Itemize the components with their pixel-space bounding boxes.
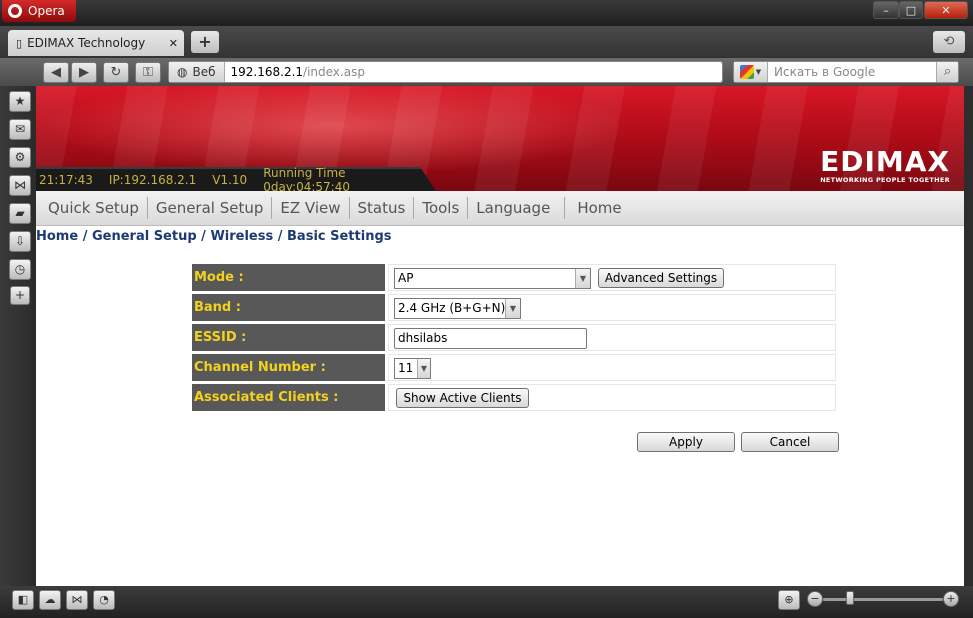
bookmarks-icon[interactable]: ★	[9, 91, 31, 112]
site-info-badge[interactable]: ◍ Веб	[169, 62, 225, 82]
forward-icon[interactable]: ▶	[71, 62, 97, 83]
chevron-down-icon: ▼	[575, 269, 590, 288]
mail-icon[interactable]: ✉	[9, 119, 31, 140]
clients-label: Associated Clients :	[192, 384, 385, 411]
band-select-value: 2.4 GHz (B+G+N)	[398, 301, 506, 315]
channel-cell: 11 ▼	[388, 354, 836, 381]
menu-language[interactable]: Language	[468, 199, 564, 217]
channel-select[interactable]: 11 ▼	[394, 358, 431, 379]
channel-label: Channel Number :	[192, 354, 385, 381]
mode-select[interactable]: AP ▼	[394, 268, 591, 289]
logo-wordmark: EDIMAX	[820, 145, 950, 178]
clients-cell: Show Active Clients	[388, 384, 836, 411]
notes-icon[interactable]: ▰	[9, 203, 31, 224]
essid-label: ESSID :	[192, 324, 385, 351]
form-row-clients: Associated Clients : Show Active Clients	[192, 384, 836, 411]
cancel-button[interactable]: Cancel	[741, 432, 839, 452]
mode-cell: AP ▼ Advanced Settings	[388, 264, 836, 291]
unite-status-icon[interactable]: ⋈	[66, 590, 88, 610]
opera-menu-button[interactable]: Opera	[2, 0, 76, 22]
tab-title: EDIMAX Technology	[27, 36, 146, 50]
closed-tabs-icon[interactable]: ⟲	[933, 31, 965, 53]
close-window-button[interactable]: ✕	[924, 1, 968, 19]
search-placeholder: Искать в Google	[774, 65, 876, 79]
history-icon[interactable]: ◷	[9, 259, 31, 280]
url-path: /index.asp	[303, 65, 365, 79]
edimax-logo: EDIMAX NETWORKING PEOPLE TOGETHER	[820, 145, 950, 185]
reload-icon[interactable]: ↻	[103, 62, 129, 83]
speed-dial-icon[interactable]: ◔	[93, 590, 115, 610]
form-row-band: Band : 2.4 GHz (B+G+N) ▼	[192, 294, 836, 321]
settings-icon[interactable]: ⚙	[9, 147, 31, 168]
menu-tools[interactable]: Tools	[414, 199, 467, 217]
logo-tagline: NETWORKING PEOPLE TOGETHER	[820, 176, 950, 184]
search-field[interactable]: ▼ Искать в Google ⌕	[733, 61, 959, 83]
chevron-down-icon: ▼	[417, 359, 430, 378]
minimize-button[interactable]: –	[873, 1, 899, 19]
zoom-slider-handle[interactable]	[846, 591, 854, 605]
router-main-menu: Quick Setup General Setup EZ View Status…	[36, 191, 964, 226]
address-field[interactable]: ◍ Веб 192.168.2.1/index.asp	[168, 61, 723, 83]
search-engine-selector[interactable]: ▼	[734, 62, 768, 82]
status-running-time: Running Time 0day:04:57:40	[263, 166, 350, 194]
zoom-out-icon[interactable]: −	[807, 591, 823, 607]
add-panel-icon[interactable]: +	[10, 286, 30, 305]
router-banner: 21:17:43 IP:192.168.2.1 V1.10 Running Ti…	[36, 86, 964, 191]
essid-input[interactable]: dhsilabs	[394, 328, 587, 349]
window-right-frame	[964, 86, 973, 586]
form-row-mode: Mode : AP ▼ Advanced Settings	[192, 264, 836, 291]
tab-edimax[interactable]: ▯ EDIMAX Technology ✕	[8, 30, 184, 56]
url-host: 192.168.2.1	[230, 65, 304, 79]
zoom-in-icon[interactable]: +	[943, 591, 959, 607]
page-icon: ▯	[16, 36, 23, 50]
essid-cell: dhsilabs	[388, 324, 836, 351]
status-bar: ◧ ☁ ⋈ ◔ ⊕ − +	[0, 586, 973, 618]
menu-general-setup[interactable]: General Setup	[148, 199, 272, 217]
band-select[interactable]: 2.4 GHz (B+G+N) ▼	[394, 298, 521, 319]
status-version: V1.10	[212, 173, 248, 187]
menu-quick-setup[interactable]: Quick Setup	[40, 199, 147, 217]
opera-logo-icon	[8, 4, 22, 18]
breadcrumb: Home / General Setup / Wireless / Basic …	[36, 229, 392, 244]
form-row-essid: ESSID : dhsilabs	[192, 324, 836, 351]
panel-sidebar: ★ ✉ ⚙ ⋈ ▰ ⇩ ◷ +	[0, 86, 36, 586]
panel-toggle-icon[interactable]: ◧	[12, 590, 34, 610]
search-icon[interactable]: ⌕	[936, 62, 958, 82]
new-tab-button[interactable]: +	[191, 31, 219, 53]
address-toolbar: ◀ ▶ ↻ ⚿ ◍ Веб 192.168.2.1/index.asp ▼ Ис…	[0, 58, 973, 86]
apply-button[interactable]: Apply	[637, 432, 735, 452]
form-row-channel: Channel Number : 11 ▼	[192, 354, 836, 381]
google-icon	[739, 65, 754, 79]
chevron-down-icon: ▼	[505, 299, 520, 318]
tab-close-icon[interactable]: ✕	[169, 37, 178, 50]
band-cell: 2.4 GHz (B+G+N) ▼	[388, 294, 836, 321]
site-info-label: Веб	[192, 65, 216, 79]
web-page: 21:17:43 IP:192.168.2.1 V1.10 Running Ti…	[36, 86, 964, 586]
router-status-strip: 21:17:43 IP:192.168.2.1 V1.10 Running Ti…	[36, 167, 436, 191]
menu-status[interactable]: Status	[350, 199, 414, 217]
status-time: 21:17:43	[39, 173, 93, 187]
chevron-down-icon: ▼	[755, 68, 762, 76]
menu-home[interactable]: Home	[565, 199, 629, 217]
tab-bar: ▯ EDIMAX Technology ✕ + ⟲	[0, 26, 973, 58]
band-label: Band :	[192, 294, 385, 321]
show-active-clients-button[interactable]: Show Active Clients	[396, 388, 529, 408]
menu-ez-view[interactable]: EZ View	[272, 199, 348, 217]
mode-label: Mode :	[192, 264, 385, 291]
channel-select-value: 11	[398, 361, 414, 375]
downloads-icon[interactable]: ⇩	[9, 231, 31, 252]
unite-icon[interactable]: ⋈	[9, 175, 31, 196]
mode-select-value: AP	[398, 271, 414, 285]
status-ip: IP:192.168.2.1	[108, 173, 197, 187]
cloud-icon[interactable]: ☁	[39, 590, 61, 610]
back-icon[interactable]: ◀	[43, 62, 69, 83]
wand-key-icon[interactable]: ⚿	[135, 62, 161, 83]
globe-icon: ◍	[177, 65, 188, 79]
zoom-icon[interactable]: ⊕	[778, 590, 800, 610]
opera-menu-label: Opera	[28, 4, 65, 18]
advanced-settings-button[interactable]: Advanced Settings	[598, 268, 724, 288]
window-titlebar: Opera – □ ✕	[0, 0, 973, 26]
zoom-slider-track[interactable]	[823, 598, 943, 601]
maximize-button[interactable]: □	[899, 1, 923, 19]
